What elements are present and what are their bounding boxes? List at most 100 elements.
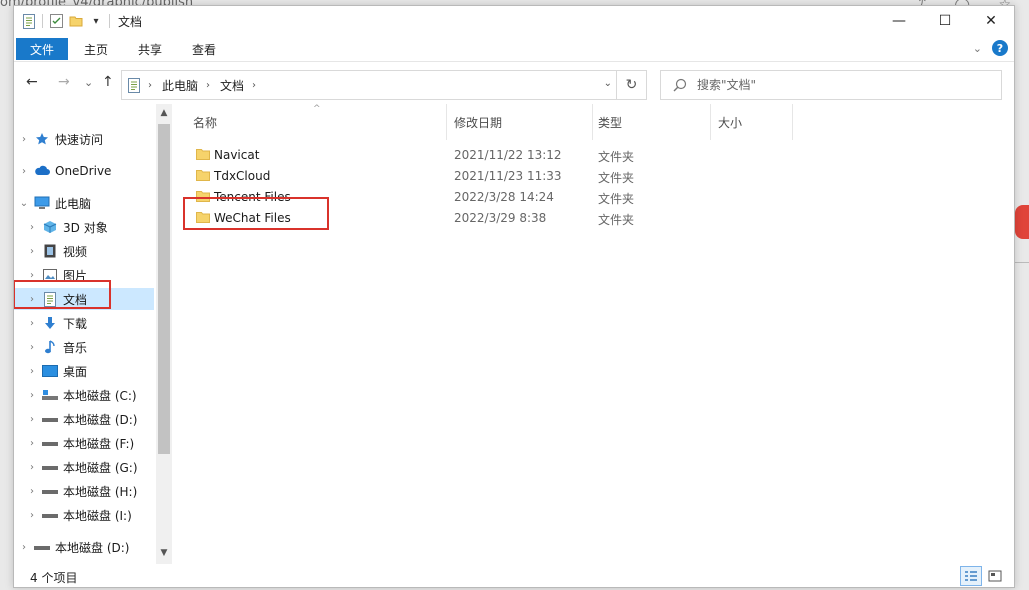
sidebar-item-3d-objects[interactable]: › 3D 对象 <box>14 216 154 238</box>
sidebar-item-quick-access[interactable]: › 快速访问 <box>14 128 154 150</box>
expand-icon[interactable]: › <box>26 222 38 233</box>
file-date: 2022/3/28 14:24 <box>454 190 554 204</box>
expand-icon[interactable]: › <box>26 366 38 377</box>
address-bar[interactable]: › 此电脑 › 文档 › ⌄ ↻ <box>121 70 647 100</box>
cloud-icon <box>34 163 50 179</box>
expand-icon[interactable]: › <box>26 270 38 281</box>
forward-button[interactable]: → <box>58 74 70 90</box>
details-view-button[interactable] <box>960 566 982 586</box>
tab-home[interactable]: 主页 <box>84 38 108 60</box>
column-divider[interactable] <box>592 104 593 140</box>
breadcrumb-separator-icon[interactable]: › <box>206 80 210 91</box>
expand-icon[interactable]: › <box>18 134 30 145</box>
scroll-up-icon[interactable]: ▲ <box>156 106 172 120</box>
sidebar-item-drive-h[interactable]: › 本地磁盘 (H:) <box>14 480 154 502</box>
expand-icon[interactable]: › <box>26 438 38 449</box>
sidebar-item-label: 桌面 <box>63 364 88 379</box>
drive-icon <box>42 459 58 475</box>
tab-share[interactable]: 共享 <box>138 38 162 60</box>
file-date: 2021/11/23 11:33 <box>454 169 562 183</box>
expand-icon[interactable]: › <box>26 390 38 401</box>
document-app-icon <box>22 13 36 29</box>
expand-icon[interactable]: › <box>26 414 38 425</box>
tab-view[interactable]: 查看 <box>192 38 216 60</box>
sidebar-item-label: 本地磁盘 (F:) <box>63 436 135 451</box>
breadcrumb-this-pc[interactable]: 此电脑 <box>162 77 198 94</box>
qat-divider <box>42 14 43 28</box>
quick-access-toolbar: ▾ <box>14 13 110 29</box>
sidebar-item-drive-f[interactable]: › 本地磁盘 (F:) <box>14 432 154 454</box>
back-button[interactable]: ← <box>26 74 38 90</box>
ribbon-tabs: 文件 主页 共享 查看 ⌄ ? <box>14 36 1014 62</box>
sidebar-item-onedrive[interactable]: › OneDrive <box>14 160 154 182</box>
scroll-thumb[interactable] <box>158 124 170 454</box>
sidebar-item-label: 下载 <box>63 316 88 331</box>
refresh-button[interactable]: ↻ <box>616 71 646 99</box>
breadcrumb-separator-icon[interactable]: › <box>148 80 152 91</box>
expand-icon[interactable]: › <box>26 342 38 353</box>
expand-icon[interactable]: › <box>26 486 38 497</box>
status-bar: 4 个项目 <box>14 564 1014 587</box>
search-input[interactable] <box>697 78 977 92</box>
column-header-size[interactable]: 大小 <box>718 114 742 131</box>
customize-qat-icon[interactable]: ▾ <box>89 13 103 29</box>
expand-icon[interactable]: › <box>26 462 38 473</box>
documents-highlight-box <box>14 280 111 309</box>
search-box[interactable] <box>660 70 1002 100</box>
help-icon[interactable]: ? <box>992 40 1008 56</box>
column-divider[interactable] <box>710 104 711 140</box>
sidebar-item-downloads[interactable]: › 下载 <box>14 312 154 334</box>
expand-icon[interactable]: › <box>18 542 30 553</box>
large-icons-view-icon <box>988 570 1002 582</box>
column-divider[interactable] <box>792 104 793 140</box>
sidebar-item-this-pc[interactable]: ⌄ 此电脑 <box>14 192 154 214</box>
large-icons-view-button[interactable] <box>984 566 1006 586</box>
column-header-type[interactable]: 类型 <box>598 114 622 131</box>
window-title: 文档 <box>118 14 143 29</box>
item-count: 4 个项目 <box>30 571 78 585</box>
file-row-navicat[interactable]: Navicat 2021/11/22 13:12 文件夹 <box>184 145 1004 166</box>
file-date: 2022/3/29 8:38 <box>454 211 547 225</box>
sidebar-item-drive-g[interactable]: › 本地磁盘 (G:) <box>14 456 154 478</box>
expand-icon[interactable]: › <box>26 318 38 329</box>
sidebar-item-music[interactable]: › 音乐 <box>14 336 154 358</box>
new-folder-icon[interactable] <box>69 13 83 29</box>
column-header-name[interactable]: 名称 <box>193 114 217 131</box>
sidebar-item-label: 本地磁盘 (C:) <box>63 388 137 403</box>
properties-icon[interactable] <box>49 13 63 29</box>
minimize-button[interactable]: — <box>876 6 922 36</box>
file-row-tdxcloud[interactable]: TdxCloud 2021/11/23 11:33 文件夹 <box>184 166 1004 187</box>
collapse-icon[interactable]: ⌄ <box>18 198 30 209</box>
sidebar-item-drive-i[interactable]: › 本地磁盘 (I:) <box>14 504 154 526</box>
file-date: 2021/11/22 13:12 <box>454 148 562 162</box>
sidebar-item-videos[interactable]: › 视频 <box>14 240 154 262</box>
navigation-scrollbar[interactable]: ▲ ▼ <box>156 104 172 564</box>
column-header-date[interactable]: 修改日期 <box>454 114 502 131</box>
document-location-icon <box>128 77 140 93</box>
file-type: 文件夹 <box>598 192 635 206</box>
recent-locations-button[interactable]: ⌄ <box>84 76 93 89</box>
column-divider[interactable] <box>446 104 447 140</box>
video-icon <box>42 243 58 259</box>
breadcrumb-documents[interactable]: 文档 <box>220 77 244 94</box>
navigation-pane: › 快速访问 › OneDrive ⌄ 此电脑 › 3D 对象 › 视频 › 图… <box>14 104 172 564</box>
tab-file[interactable]: 文件 <box>16 38 68 60</box>
address-dropdown-icon[interactable]: ⌄ <box>604 78 612 89</box>
expand-icon[interactable]: › <box>26 246 38 257</box>
sidebar-item-network-drive-d[interactable]: › 本地磁盘 (D:) <box>14 536 154 558</box>
up-button[interactable]: ↑ <box>102 74 114 90</box>
expand-ribbon-icon[interactable]: ⌄ <box>973 42 982 55</box>
search-icon <box>673 78 687 92</box>
close-button[interactable]: ✕ <box>968 6 1014 36</box>
maximize-button[interactable]: ☐ <box>922 6 968 36</box>
breadcrumb-separator-icon[interactable]: › <box>252 80 256 91</box>
expand-icon[interactable]: › <box>26 510 38 521</box>
sidebar-item-drive-d[interactable]: › 本地磁盘 (D:) <box>14 408 154 430</box>
sidebar-item-drive-c[interactable]: › 本地磁盘 (C:) <box>14 384 154 406</box>
expand-icon[interactable]: › <box>18 166 30 177</box>
star-icon <box>34 131 50 147</box>
sidebar-item-label: 快速访问 <box>55 132 104 147</box>
scroll-down-icon[interactable]: ▼ <box>156 546 172 560</box>
sidebar-item-desktop[interactable]: › 桌面 <box>14 360 154 382</box>
file-type: 文件夹 <box>598 171 635 185</box>
